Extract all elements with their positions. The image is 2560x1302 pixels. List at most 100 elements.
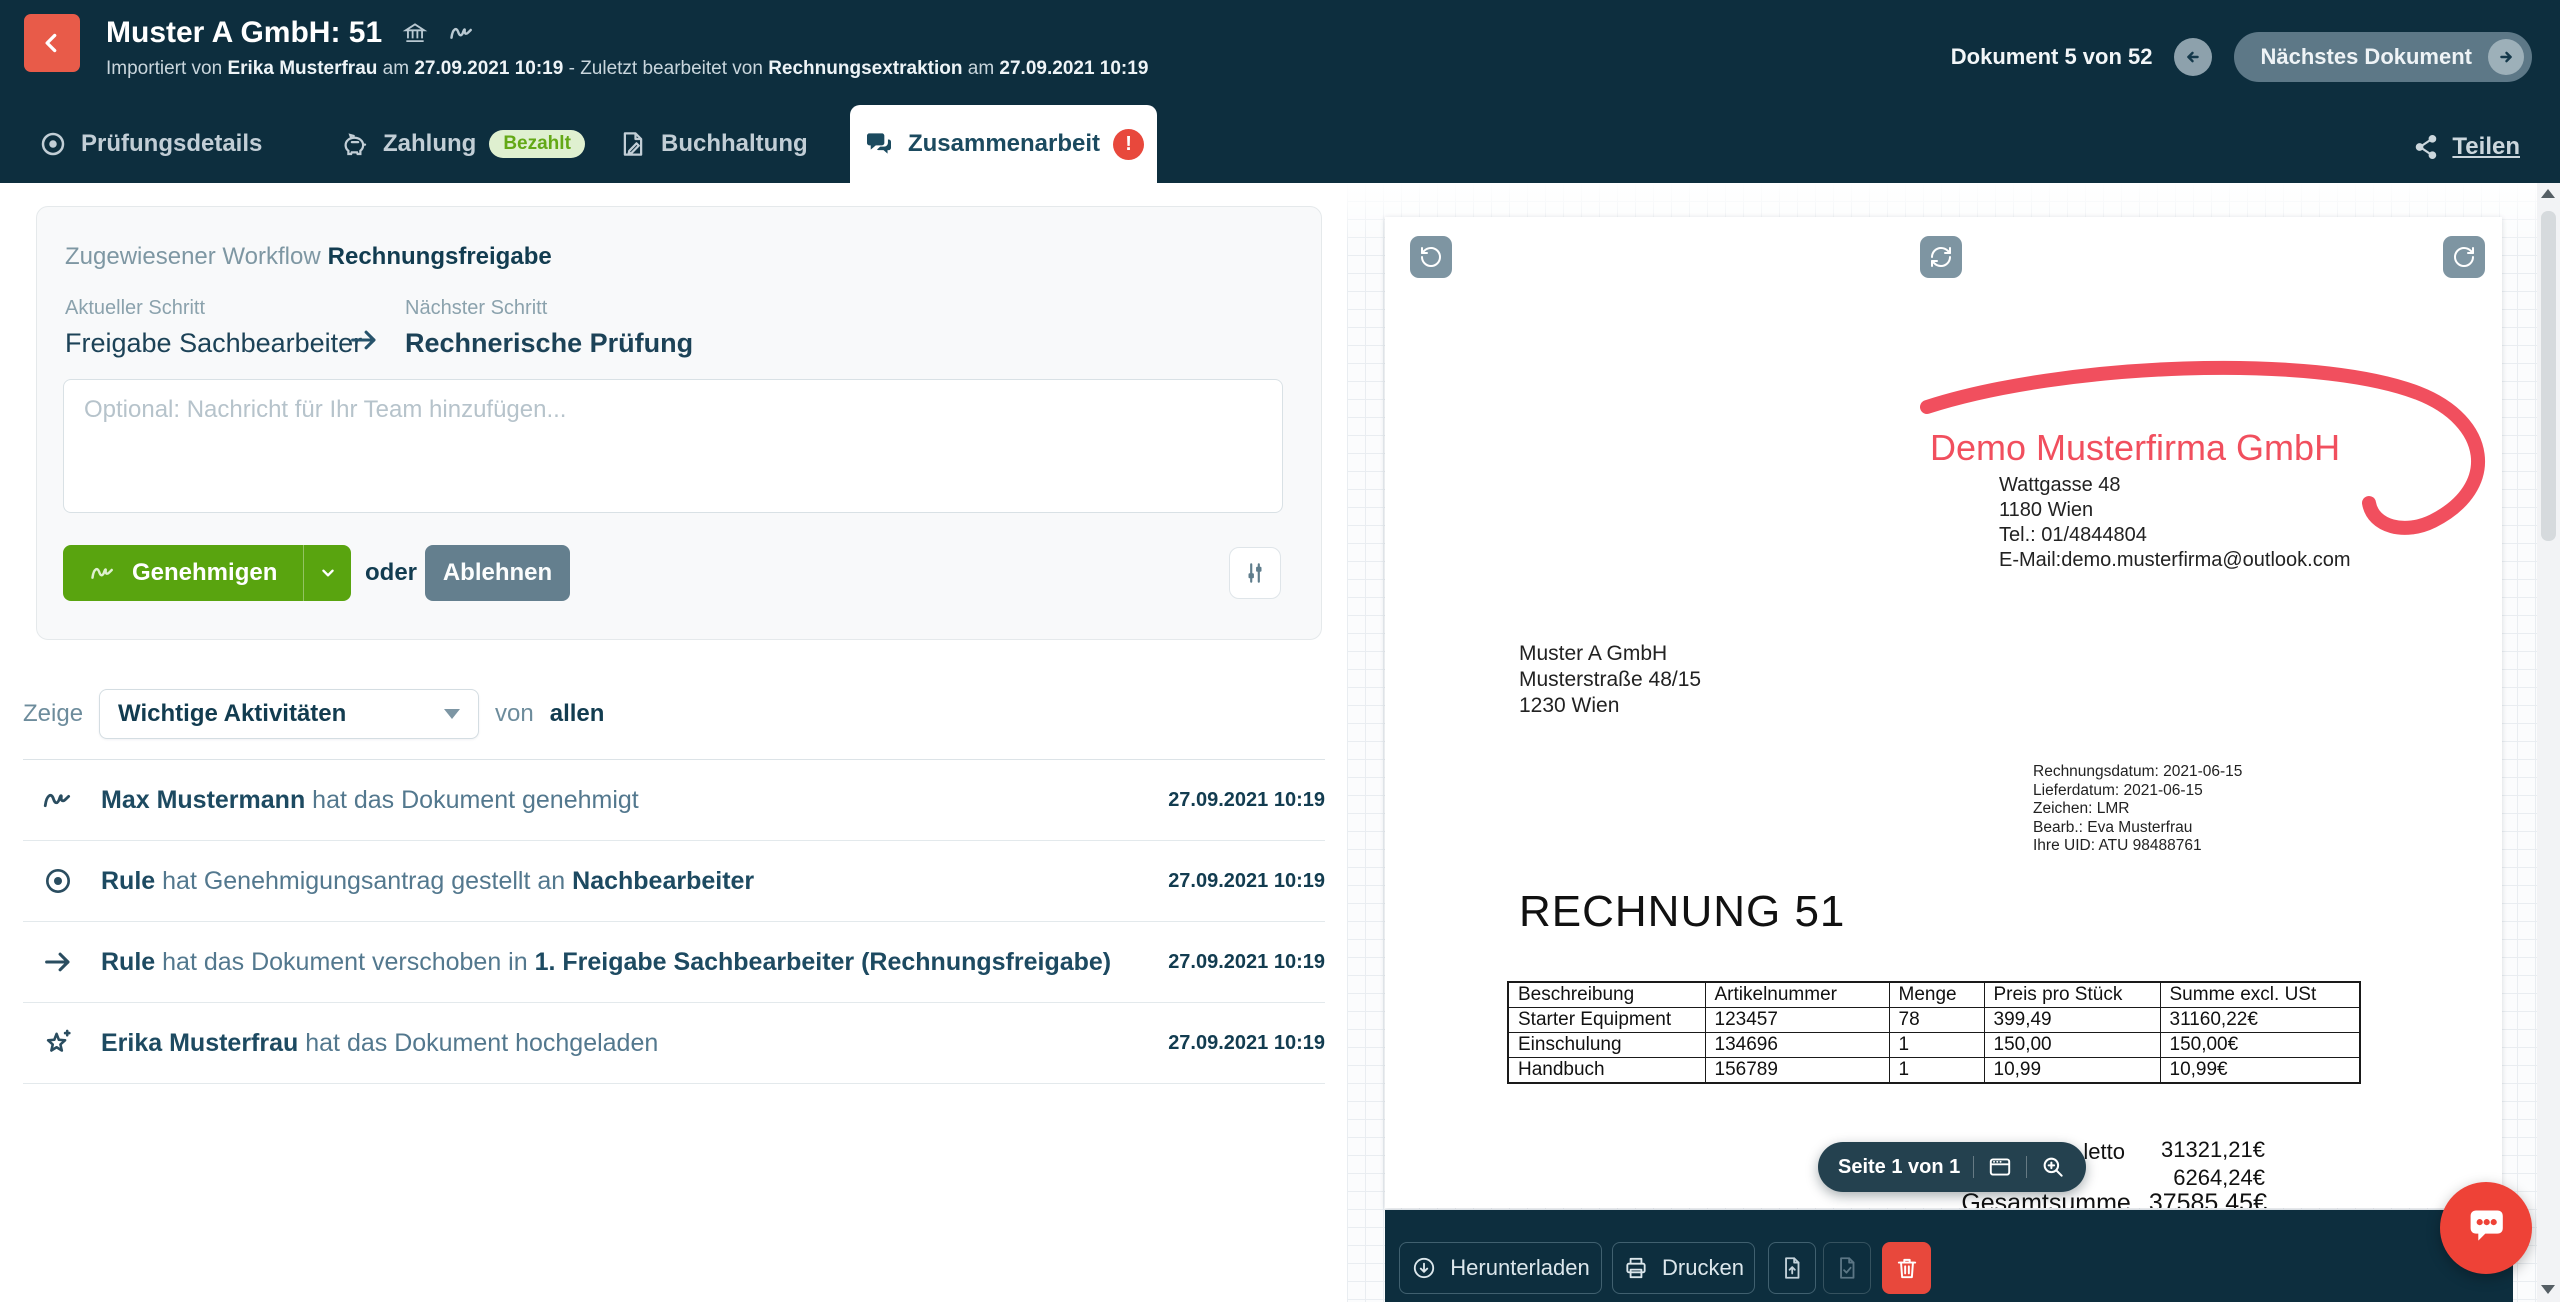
document-pen-icon [618, 129, 648, 159]
next-document-label: Nächstes Dokument [2260, 44, 2472, 70]
next-document-button[interactable]: Nächstes Dokument [2234, 32, 2532, 82]
approve-button[interactable]: Genehmigen [63, 545, 351, 601]
tab-label: Zahlung [383, 130, 476, 158]
invoice-title: RECHNUNG 51 [1519, 887, 1845, 937]
header-navigation: Dokument 5 von 52 Nächstes Dokument [1951, 32, 2532, 82]
recipient-address: Muster A GmbHMusterstraße 48/151230 Wien [1519, 641, 1701, 719]
approve-main[interactable]: Genehmigen [63, 545, 303, 601]
activity-date: 27.09.2021 10:19 [1168, 1032, 1325, 1055]
refresh-button[interactable] [1920, 236, 1962, 278]
rotate-right-button[interactable] [2443, 236, 2485, 278]
signature-icon [89, 559, 117, 587]
printer-icon [1623, 1255, 1649, 1281]
pages-icon[interactable] [1987, 1154, 2013, 1180]
vat-amount: 6264,24€ [2173, 1165, 2265, 1191]
activity-filter-select[interactable]: Wichtige Aktivitäten [99, 689, 479, 739]
activity-row[interactable]: Max Mustermann hat das Dokument genehmig… [23, 760, 1325, 841]
supplier-name: Demo Musterfirma GmbH [1930, 427, 2340, 469]
activity-text: Rule hat Genehmigungsantrag gestellt an … [101, 867, 1168, 896]
print-label: Drucken [1662, 1255, 1744, 1281]
bank-icon[interactable] [402, 20, 428, 46]
delete-button[interactable] [1882, 1242, 1931, 1294]
activity-icon [39, 865, 77, 897]
team-message-input[interactable] [63, 379, 1283, 513]
net-amount: 31321,21€ [2161, 1137, 2265, 1163]
activity-list: Max Mustermann hat das Dokument genehmig… [23, 759, 1325, 1084]
upload-version-button[interactable] [1768, 1242, 1816, 1294]
arrow-left-icon [2182, 46, 2204, 68]
share-button[interactable]: Teilen [2412, 133, 2520, 161]
activity-icon [39, 783, 77, 817]
tab-label: Buchhaltung [661, 130, 808, 158]
arrow-right-icon [2488, 39, 2524, 75]
rotate-ccw-icon [1419, 245, 1443, 269]
approve-label: Genehmigen [132, 559, 277, 587]
activity-row[interactable]: Rule hat das Dokument verschoben in 1. F… [23, 922, 1325, 1003]
invoice-meta: Rechnungsdatum: 2021-06-15Lieferdatum: 2… [2033, 763, 2242, 856]
next-step-value: Rechnerische Prüfung [405, 328, 693, 359]
share-label: Teilen [2452, 133, 2520, 161]
workflow-card: Zugewiesener WorkflowRechnungsfreigabe A… [36, 206, 1322, 640]
refresh-icon [1929, 245, 1953, 269]
or-label: oder [365, 559, 417, 587]
piggy-bank-icon [340, 129, 370, 159]
zoom-in-icon[interactable] [2040, 1154, 2066, 1180]
tab-buchhaltung[interactable]: Buchhaltung [618, 105, 808, 183]
tab-pruefungsdetails[interactable]: Prüfungsdetails [38, 105, 262, 183]
document-viewer: Demo Musterfirma GmbH Wattgasse 481180 W… [1347, 183, 2560, 1302]
net-label-fragment: letto [2083, 1139, 2125, 1165]
collaboration-panel: Zugewiesener WorkflowRechnungsfreigabe A… [0, 183, 1347, 1302]
chevron-left-icon [39, 30, 65, 56]
caret-down-icon [444, 709, 460, 719]
current-step-value: Freigabe Sachbearbeiter [65, 328, 362, 359]
invoice-table: BeschreibungArtikelnummerMengePreis pro … [1507, 981, 2361, 1084]
eye-icon [38, 129, 68, 159]
rotate-left-button[interactable] [1410, 236, 1452, 278]
chat-widget-button[interactable] [2440, 1182, 2532, 1274]
download-button[interactable]: Herunterladen [1399, 1242, 1602, 1294]
grand-total-amount: 37585,45€ [2149, 1189, 2267, 1208]
activity-date: 27.09.2021 10:19 [1168, 951, 1325, 974]
back-button[interactable] [24, 14, 80, 72]
sliders-icon [1242, 560, 1268, 586]
vertical-scrollbar[interactable] [2537, 183, 2560, 1302]
activity-row[interactable]: Erika Musterfrau hat das Dokument hochge… [23, 1003, 1325, 1084]
scrollbar-thumb[interactable] [2541, 211, 2556, 541]
tab-zahlung[interactable]: Zahlung Bezahlt [340, 105, 585, 183]
title-row: Muster A GmbH: 51 [106, 16, 476, 50]
file-upload-icon [1779, 1255, 1805, 1281]
print-button[interactable]: Drucken [1612, 1242, 1755, 1294]
app-header: Muster A GmbH: 51 Importiert von Erika M… [0, 0, 2560, 183]
file-approve-button[interactable] [1823, 1242, 1871, 1294]
next-step: Nächster Schritt Rechnerische Prüfung [405, 297, 693, 359]
reject-button[interactable]: Ablehnen [425, 545, 570, 601]
activity-text: Max Mustermann hat das Dokument genehmig… [101, 786, 1168, 815]
signature-icon[interactable] [448, 19, 476, 47]
approve-options-toggle[interactable] [303, 545, 351, 601]
scroll-up-arrow[interactable] [2541, 189, 2555, 198]
selected-filter: Wichtige Aktivitäten [118, 700, 346, 728]
filter-scope: allen [550, 700, 605, 728]
activity-filter-row: Zeige Wichtige Aktivitäten von allen [23, 689, 604, 739]
company-address: Wattgasse 481180 WienTel.: 01/4844804E-M… [1999, 473, 2351, 573]
assigned-workflow-label: Zugewiesener Workflow [65, 243, 321, 270]
paid-badge: Bezahlt [489, 130, 585, 158]
scroll-down-arrow[interactable] [2541, 1285, 2555, 1294]
workflow-settings-button[interactable] [1229, 547, 1281, 599]
next-step-label: Nächster Schritt [405, 297, 693, 320]
viewer-toolbar: Herunterladen Drucken [1385, 1210, 2513, 1302]
pill-separator [2026, 1156, 2027, 1178]
tab-zusammenarbeit[interactable]: Zusammenarbeit ! [850, 105, 1157, 183]
activity-icon [39, 1026, 77, 1060]
chevron-down-icon [317, 562, 339, 584]
step-arrow-icon [347, 323, 381, 357]
header-subtitle: Importiert von Erika Musterfrau am 27.09… [106, 58, 1148, 80]
file-check-icon [1834, 1255, 1860, 1281]
previous-document-button[interactable] [2174, 38, 2212, 76]
activity-icon [39, 945, 77, 979]
document-counter: Dokument 5 von 52 [1951, 44, 2153, 70]
app-root: Muster A GmbH: 51 Importiert von Erika M… [0, 0, 2560, 1302]
activity-row[interactable]: Rule hat Genehmigungsantrag gestellt an … [23, 841, 1325, 922]
activity-text: Rule hat das Dokument verschoben in 1. F… [101, 948, 1168, 977]
pill-separator [1973, 1156, 1974, 1178]
